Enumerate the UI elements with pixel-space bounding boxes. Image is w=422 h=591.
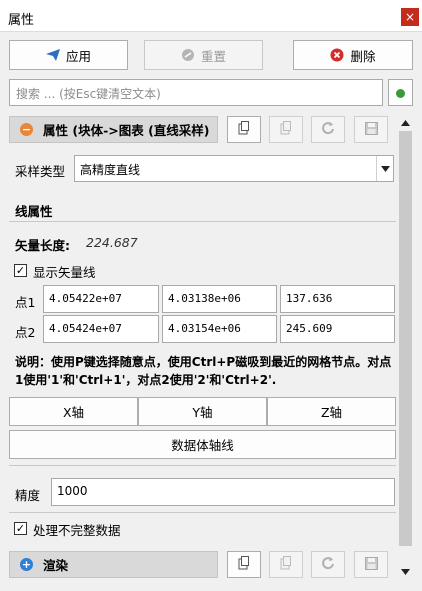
y-axis-button[interactable]: Y轴	[138, 397, 267, 426]
z-axis-button[interactable]: Z轴	[267, 397, 396, 426]
chevron-down-icon	[376, 156, 393, 181]
search-input[interactable]: 搜索 ... (按Esc键清空文本)	[9, 79, 383, 106]
paste-icon	[280, 556, 292, 573]
x-axis-button[interactable]: X轴	[9, 397, 138, 426]
window-title: 属性	[8, 13, 35, 28]
scroll-up-icon[interactable]	[397, 114, 414, 131]
point2-x-field[interactable]: 4.05424e+07	[43, 315, 159, 343]
point1-x-field[interactable]: 4.05422e+07	[43, 285, 159, 313]
refresh-icon	[321, 121, 335, 138]
render-panel-header[interactable]: + 渲染	[9, 551, 218, 578]
delete-icon	[330, 48, 344, 62]
sampling-type-label: 采样类型	[15, 164, 66, 179]
incomplete-data-checkbox[interactable]: ✓	[14, 522, 27, 535]
point1-z-field[interactable]: 137.636	[280, 285, 395, 313]
point2-y-field[interactable]: 4.03154e+06	[162, 315, 277, 343]
point1-y-field[interactable]: 4.03138e+06	[162, 285, 277, 313]
save-icon	[364, 556, 378, 573]
scroll-down-icon[interactable]	[397, 563, 414, 580]
title-bar: 属性 ×	[0, 0, 422, 32]
refresh-icon	[321, 556, 335, 573]
divider	[9, 221, 396, 222]
divider	[9, 465, 396, 466]
vertical-scrollbar[interactable]	[397, 114, 414, 580]
render-save-button[interactable]	[354, 551, 388, 578]
status-dot-icon	[396, 89, 405, 98]
apply-button[interactable]: 应用	[9, 40, 128, 70]
usage-note: 说明：使用P键选择随意点，使用Ctrl+P磁吸到最近的网格节点。对点1使用'1'…	[15, 355, 392, 387]
save-icon	[364, 121, 378, 138]
render-paste-button[interactable]	[269, 551, 303, 578]
close-button[interactable]: ×	[401, 8, 419, 26]
save-button[interactable]	[354, 116, 388, 143]
show-vector-checkbox[interactable]: ✓	[14, 264, 27, 277]
vector-length-label: 矢量长度:	[15, 238, 70, 253]
copy-button[interactable]	[227, 116, 261, 143]
copy-icon	[238, 556, 250, 573]
refresh-button[interactable]	[311, 116, 345, 143]
collapse-icon: −	[20, 123, 33, 136]
precision-input[interactable]: 1000	[51, 478, 395, 506]
reset-button[interactable]: 重置	[144, 40, 263, 70]
sampling-type-select[interactable]: 高精度直线	[74, 155, 394, 182]
point1-label: 点1	[15, 295, 36, 310]
send-icon	[45, 49, 60, 61]
point2-label: 点2	[15, 325, 36, 340]
data-axis-button[interactable]: 数据体轴线	[9, 430, 396, 459]
paste-button[interactable]	[269, 116, 303, 143]
render-panel-title: 渲染	[43, 558, 69, 573]
scrollbar-thumb[interactable]	[399, 131, 412, 546]
precision-label: 精度	[15, 488, 41, 503]
properties-panel-title: 属性 (块体->图表 (直线采样)	[43, 123, 210, 138]
apply-label: 应用	[65, 48, 91, 64]
properties-panel-header[interactable]: − 属性 (块体->图表 (直线采样)	[9, 116, 218, 143]
search-status-button[interactable]	[388, 79, 413, 106]
copy-icon	[238, 121, 250, 138]
reset-label: 重置	[200, 48, 226, 64]
delete-label: 删除	[350, 48, 376, 64]
incomplete-data-label: 处理不完整数据	[33, 523, 121, 538]
point2-z-field[interactable]: 245.609	[280, 315, 395, 343]
render-copy-button[interactable]	[227, 551, 261, 578]
vector-length-value: 224.687	[86, 235, 138, 250]
render-refresh-button[interactable]	[311, 551, 345, 578]
sampling-type-value: 高精度直线	[80, 163, 141, 177]
expand-icon: +	[20, 558, 33, 571]
divider	[9, 512, 396, 513]
paste-icon	[280, 121, 292, 138]
delete-button[interactable]: 删除	[293, 40, 413, 70]
show-vector-label: 显示矢量线	[33, 265, 96, 280]
reset-icon	[181, 48, 195, 62]
line-props-title: 线属性	[15, 204, 53, 219]
